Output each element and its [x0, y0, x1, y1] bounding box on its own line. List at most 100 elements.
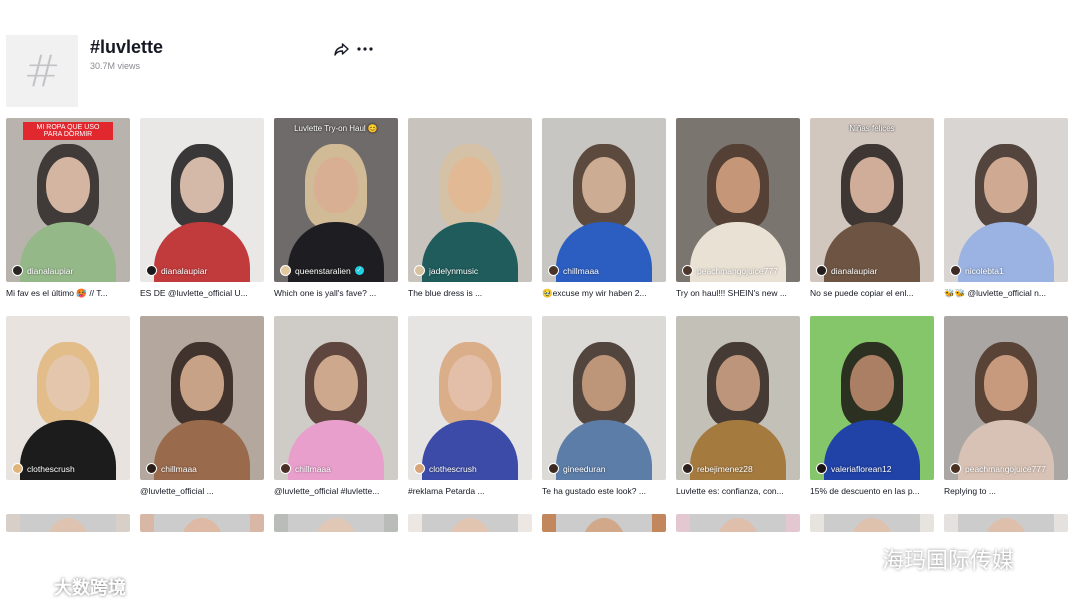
video-author[interactable]: peachmangojuice777 [950, 463, 1046, 474]
video-caption[interactable]: Replying to ... [944, 486, 1066, 498]
video-caption[interactable]: 🥹excuse my wir haben 2... [542, 288, 664, 300]
video-thumbnail[interactable]: peachmangojuice777 [676, 118, 800, 282]
avatar[interactable] [682, 463, 693, 474]
video-thumbnail[interactable]: Niñas felices dianalaupiar [810, 118, 934, 282]
author-name[interactable]: dianalaupiar [27, 266, 73, 276]
avatar[interactable] [146, 265, 157, 276]
video-caption[interactable]: Luvlette es: confianza, con... [676, 486, 798, 498]
video-author[interactable]: dianalaupiar [12, 265, 73, 276]
author-name[interactable]: gineeduran [563, 464, 606, 474]
video-author[interactable]: jadelynmusic [414, 265, 478, 276]
author-name[interactable]: rebejimenez28 [697, 464, 753, 474]
video-thumbnail[interactable]: chillmaaa [140, 316, 264, 480]
video-thumbnail[interactable]: clothescrush [6, 316, 130, 480]
author-name[interactable]: chillmaaa [563, 266, 599, 276]
author-name[interactable]: clothescrush [27, 464, 75, 474]
author-name[interactable]: chillmaaa [161, 464, 197, 474]
video-caption[interactable]: Try on haul!!! SHEIN's new ... [676, 288, 798, 300]
video-author[interactable]: chillmaaa [548, 265, 599, 276]
avatar[interactable] [950, 463, 961, 474]
video-card[interactable] [944, 514, 1068, 532]
video-card[interactable]: peachmangojuice777 Try on haul!!! SHEIN's… [676, 118, 800, 300]
video-caption[interactable]: Mi fav es el último 🥵 // T... [6, 288, 128, 300]
author-name[interactable]: jadelynmusic [429, 266, 478, 276]
video-card[interactable]: Niñas felices dianalaupiar No se puede cop… [810, 118, 934, 300]
video-card[interactable]: jadelynmusic The blue dress is ... [408, 118, 532, 300]
avatar[interactable] [950, 265, 961, 276]
video-author[interactable]: peachmangojuice777 [682, 265, 778, 276]
video-thumbnail[interactable] [140, 514, 264, 532]
video-card[interactable] [140, 514, 264, 532]
avatar[interactable] [280, 265, 291, 276]
video-card[interactable]: MI ROPA QUE USO PARA DORMIR dianalaupiar M… [6, 118, 130, 300]
avatar[interactable] [12, 265, 23, 276]
author-name[interactable]: peachmangojuice777 [697, 266, 778, 276]
video-thumbnail[interactable]: jadelynmusic [408, 118, 532, 282]
video-card[interactable]: clothescrush [6, 316, 130, 498]
video-card[interactable] [274, 514, 398, 532]
video-thumbnail[interactable]: MI ROPA QUE USO PARA DORMIR dianalaupiar [6, 118, 130, 282]
author-name[interactable]: dianalaupiar [831, 266, 877, 276]
video-thumbnail[interactable] [944, 514, 1068, 532]
video-thumbnail[interactable]: valeriaflorean12 [810, 316, 934, 480]
video-card[interactable]: valeriaflorean12 15% de descuento en las … [810, 316, 934, 498]
avatar[interactable] [816, 265, 827, 276]
video-card[interactable]: chillmaaa @luvlette_official #luvlette... [274, 316, 398, 498]
video-author[interactable]: rebejimenez28 [682, 463, 753, 474]
video-author[interactable]: chillmaaa [280, 463, 331, 474]
video-card[interactable] [6, 514, 130, 532]
video-card[interactable]: clothescrush #reklama Petarda ... [408, 316, 532, 498]
video-card[interactable]: gineeduran Te ha gustado este look? ... [542, 316, 666, 498]
video-thumbnail[interactable]: dianalaupiar [140, 118, 264, 282]
video-author[interactable]: dianalaupiar [146, 265, 207, 276]
video-thumbnail[interactable] [676, 514, 800, 532]
video-card[interactable] [542, 514, 666, 532]
video-caption[interactable]: ES DE @luvlette_official U... [140, 288, 262, 300]
video-thumbnail[interactable]: chillmaaa [542, 118, 666, 282]
video-caption[interactable]: #reklama Petarda ... [408, 486, 530, 498]
video-author[interactable]: gineeduran [548, 463, 606, 474]
video-caption[interactable] [6, 486, 128, 498]
video-author[interactable]: clothescrush [12, 463, 75, 474]
avatar[interactable] [548, 265, 559, 276]
video-thumbnail[interactable]: peachmangojuice777 [944, 316, 1068, 480]
more-button[interactable] [356, 41, 374, 57]
avatar[interactable] [12, 463, 23, 474]
video-card[interactable]: rebejimenez28 Luvlette es: confianza, con… [676, 316, 800, 498]
avatar[interactable] [414, 463, 425, 474]
video-card[interactable] [810, 514, 934, 532]
video-caption[interactable]: No se puede copiar el enl... [810, 288, 932, 300]
author-name[interactable]: clothescrush [429, 464, 477, 474]
avatar[interactable] [414, 265, 425, 276]
video-author[interactable]: chillmaaa [146, 463, 197, 474]
video-card[interactable]: chillmaaa @luvlette_official ... [140, 316, 264, 498]
video-thumbnail[interactable]: nicolebta1 [944, 118, 1068, 282]
video-thumbnail[interactable]: gineeduran [542, 316, 666, 480]
video-card[interactable] [408, 514, 532, 532]
video-caption[interactable]: 🐝🐝 @luvlette_official n... [944, 288, 1066, 300]
avatar[interactable] [146, 463, 157, 474]
author-name[interactable]: peachmangojuice777 [965, 464, 1046, 474]
video-author[interactable]: queenstaralien ✓ [280, 265, 364, 276]
video-caption[interactable]: @luvlette_official #luvlette... [274, 486, 396, 498]
avatar[interactable] [682, 265, 693, 276]
video-caption[interactable]: Te ha gustado este look? ... [542, 486, 664, 498]
author-name[interactable]: queenstaralien [295, 266, 351, 276]
video-author[interactable]: valeriaflorean12 [816, 463, 891, 474]
video-card[interactable]: dianalaupiar ES DE @luvlette_official U..… [140, 118, 264, 300]
video-thumbnail[interactable]: chillmaaa [274, 316, 398, 480]
video-caption[interactable]: @luvlette_official ... [140, 486, 262, 498]
avatar[interactable] [280, 463, 291, 474]
video-author[interactable]: nicolebta1 [950, 265, 1004, 276]
video-thumbnail[interactable] [274, 514, 398, 532]
video-author[interactable]: dianalaupiar [816, 265, 877, 276]
video-caption[interactable]: 15% de descuento en las p... [810, 486, 932, 498]
author-name[interactable]: dianalaupiar [161, 266, 207, 276]
video-card[interactable]: chillmaaa 🥹excuse my wir haben 2... [542, 118, 666, 300]
video-thumbnail[interactable] [810, 514, 934, 532]
video-card[interactable]: peachmangojuice777 Replying to ... [944, 316, 1068, 498]
avatar[interactable] [816, 463, 827, 474]
share-button[interactable] [332, 41, 350, 57]
video-caption[interactable]: Which one is yall's fave? ... [274, 288, 396, 300]
video-card[interactable]: Luvlette Try-on Haul 😊 queenstaralien ✓ Whi… [274, 118, 398, 300]
